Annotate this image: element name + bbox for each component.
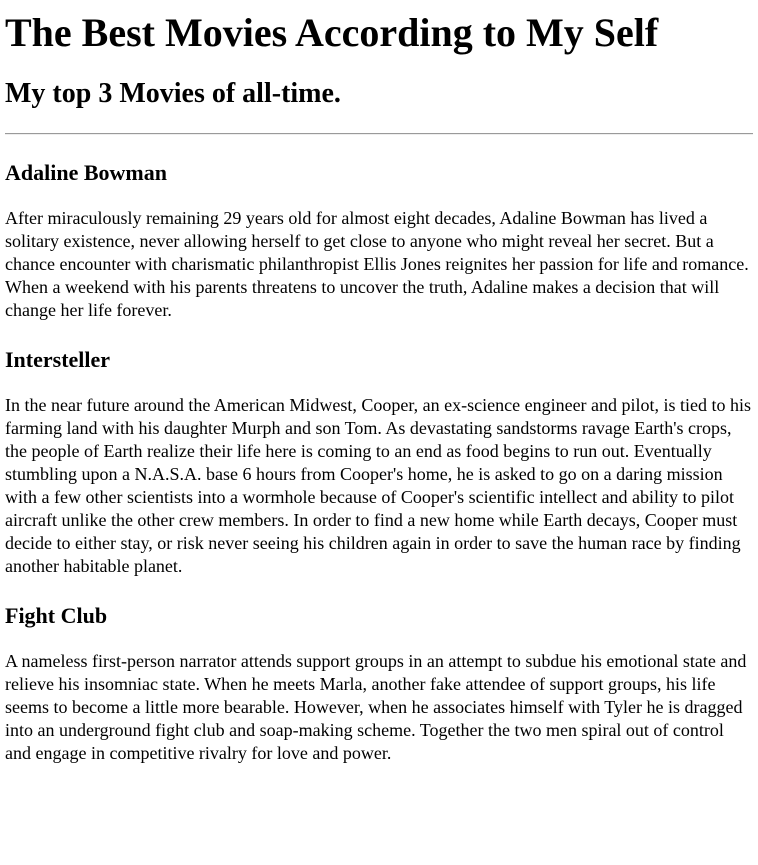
movie-description: After miraculously remaining 29 years ol… xyxy=(5,208,749,320)
movie-description: A nameless first-person narrator attends… xyxy=(5,651,747,763)
page-title: The Best Movies According to My Self xyxy=(5,10,659,55)
movie-entry-adaline-bowman: Adaline Bowman After miraculously remain… xyxy=(5,159,753,322)
movie-title: Fight Club xyxy=(5,603,108,628)
section-divider xyxy=(5,133,753,135)
movie-entry-intersteller: Intersteller In the near future around t… xyxy=(5,346,753,578)
page-subtitle: My top 3 Movies of all-time. xyxy=(5,78,341,109)
movie-title: Intersteller xyxy=(5,347,111,372)
movie-title: Adaline Bowman xyxy=(5,160,167,185)
page-content: The Best Movies According to My Self My … xyxy=(0,10,758,765)
movie-description: In the near future around the American M… xyxy=(5,395,752,576)
movie-entry-fight-club: Fight Club A nameless first-person narra… xyxy=(5,602,753,765)
